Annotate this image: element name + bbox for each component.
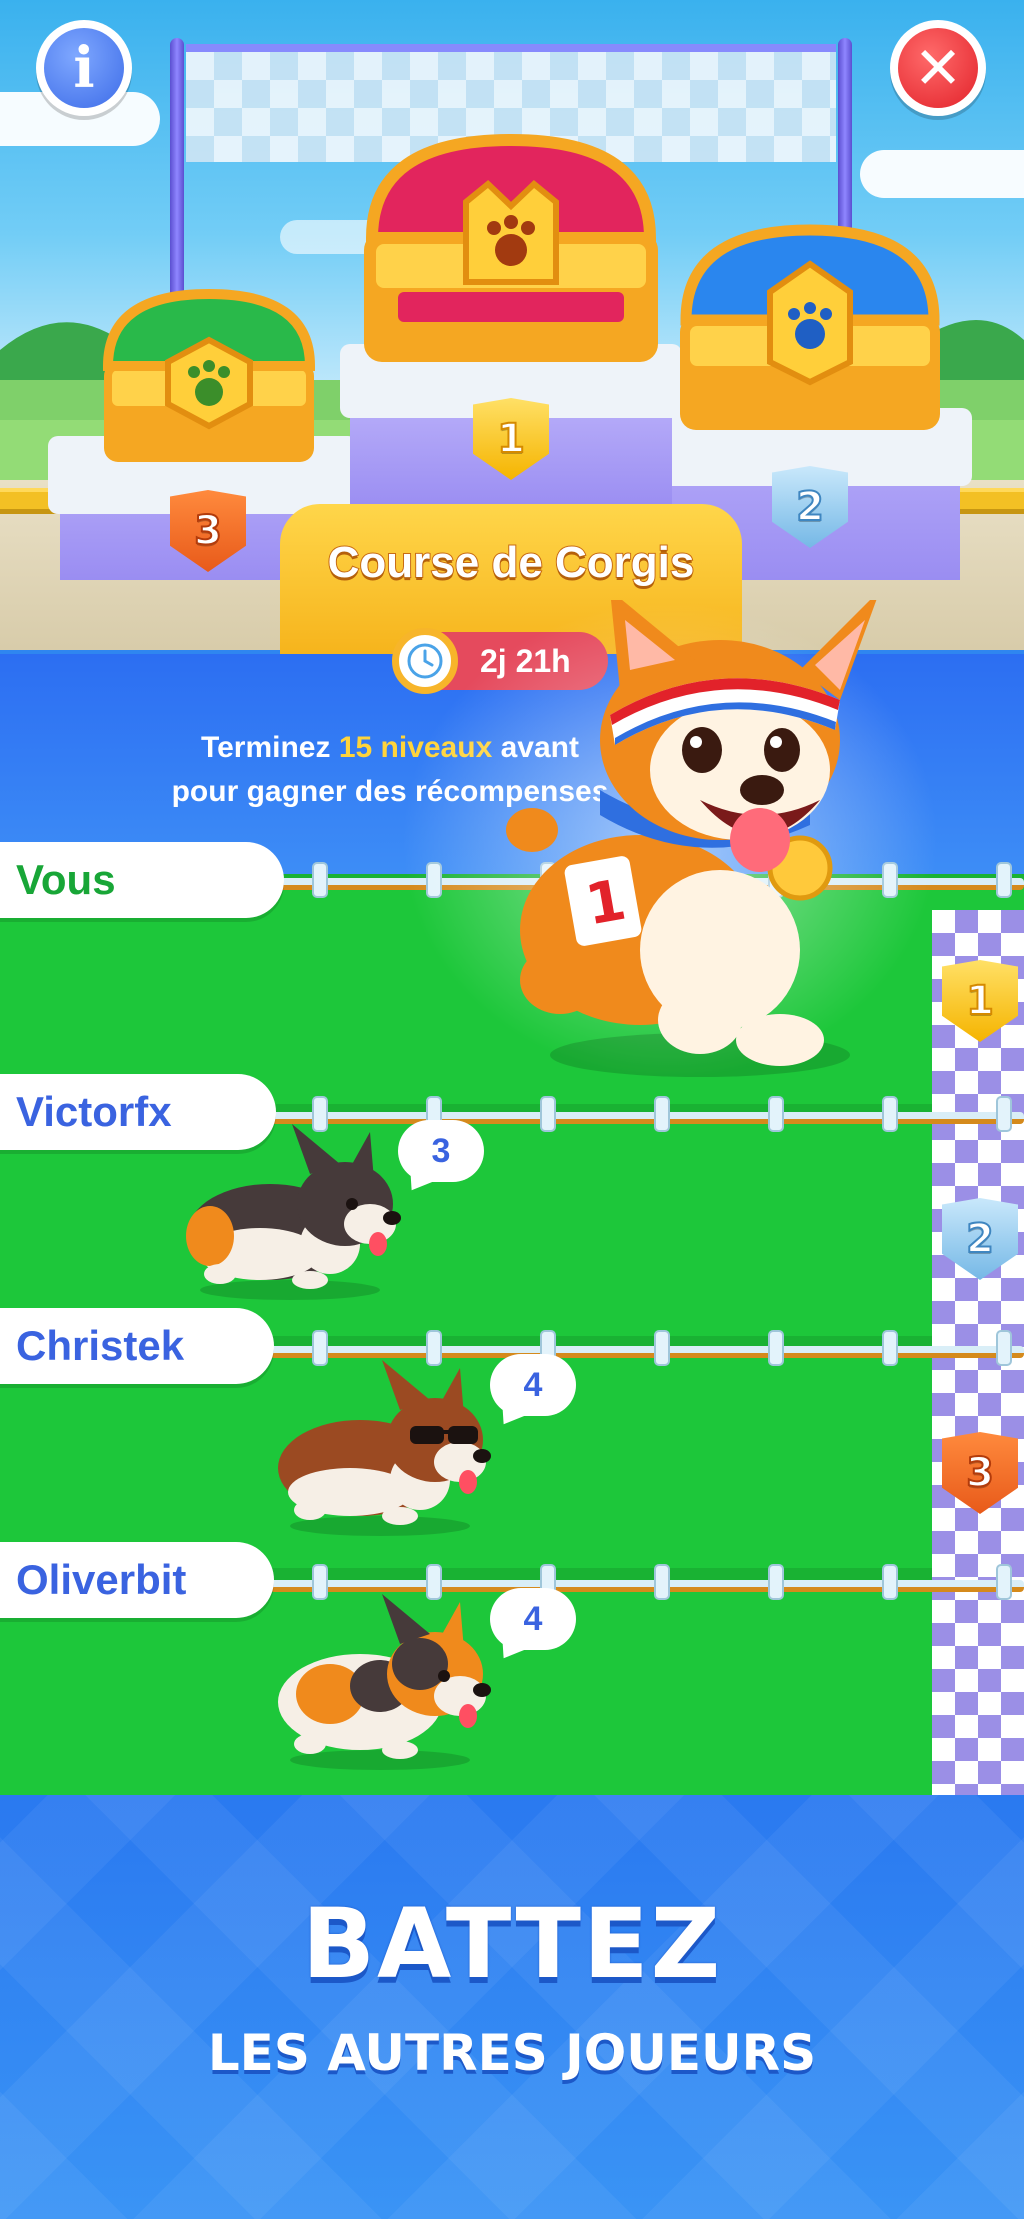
player-name: Oliverbit — [16, 1556, 187, 1603]
rank-number: 3 — [965, 1449, 995, 1497]
blue-chest-icon — [680, 224, 940, 430]
player-name: Vous — [16, 856, 116, 903]
lane-name-tag: Christek — [0, 1308, 274, 1384]
lane-name-tag: Oliverbit — [0, 1542, 274, 1618]
opponent-corgi-icon — [278, 1360, 491, 1536]
player-name: Victorfx — [16, 1088, 172, 1135]
close-icon: ✕ — [898, 28, 978, 108]
close-button[interactable]: ✕ — [890, 20, 986, 116]
red-chest-icon — [364, 133, 658, 362]
score-bubble: 4 — [490, 1588, 576, 1650]
lane-name-tag: Vous — [0, 842, 284, 918]
green-chest-icon — [102, 288, 316, 462]
rank-number: 2 — [965, 1215, 995, 1263]
promo-banner — [0, 1795, 1024, 2219]
rank-number: 2 — [795, 483, 825, 531]
player-name: Christek — [16, 1322, 185, 1369]
score-value: 4 — [523, 1365, 543, 1404]
rank-number: 1 — [965, 977, 995, 1025]
event-title: Course de Corgis — [327, 537, 696, 588]
info-button[interactable]: i — [36, 20, 132, 116]
score-value: 4 — [523, 1599, 543, 1638]
clock-icon — [392, 628, 458, 694]
promo-subline: LES AUTRES JOUEURS — [207, 2024, 817, 2082]
race-scene: 1 2 3 i ✕ Course de Corgis 2j 21h Termin… — [0, 0, 1024, 1795]
player-corgi-icon: 1 — [506, 600, 877, 1077]
opponent-corgi-icon — [278, 1594, 491, 1770]
info-icon: i — [44, 28, 124, 108]
score-bubble: 3 — [398, 1120, 484, 1182]
cloud — [860, 150, 1024, 198]
promo-headline: BATTEZ — [301, 1888, 723, 2000]
banner-pole-left — [170, 38, 184, 328]
score-bubble: 4 — [490, 1354, 576, 1416]
instruction-prefix: Terminez — [201, 731, 339, 764]
rank-number: 1 — [496, 415, 526, 463]
score-value: 3 — [431, 1131, 451, 1170]
opponent-corgi-icon — [186, 1124, 401, 1300]
rank-number: 3 — [193, 507, 223, 555]
